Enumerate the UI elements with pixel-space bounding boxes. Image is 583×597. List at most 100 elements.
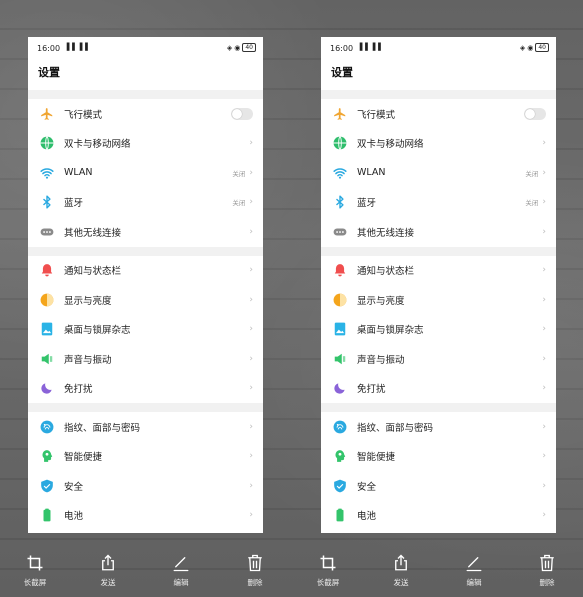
chevron-right-icon: › bbox=[249, 353, 253, 364]
settings-item[interactable]: 电池 › bbox=[321, 501, 556, 531]
group-separator bbox=[321, 403, 556, 412]
chevron-right-icon: › bbox=[249, 167, 253, 178]
settings-item-value: 关闭 bbox=[232, 169, 246, 178]
chevron-right-icon: › bbox=[249, 421, 253, 432]
settings-item-label: 声音与振动 bbox=[64, 354, 112, 366]
settings-item[interactable]: 安全 › bbox=[321, 471, 556, 501]
settings-item[interactable]: 双卡与移动网络 › bbox=[28, 129, 263, 159]
settings-item[interactable]: 智能便捷 › bbox=[321, 442, 556, 472]
toolbar-label: 长截屏 bbox=[23, 578, 47, 587]
toolbar-label: 编辑 bbox=[466, 578, 482, 587]
settings-item-label: 通知与状态栏 bbox=[357, 266, 415, 278]
share-button[interactable]: 发送 bbox=[85, 554, 131, 588]
chevron-right-icon: › bbox=[542, 197, 546, 208]
settings-item[interactable]: 蓝牙 关闭 › bbox=[28, 188, 263, 218]
bluetooth-icon bbox=[40, 195, 54, 209]
chevron-right-icon: › bbox=[542, 167, 546, 178]
toolbar-label: 删除 bbox=[247, 578, 263, 587]
settings-item[interactable]: 双卡与移动网络 › bbox=[321, 129, 556, 159]
settings-item[interactable]: 其他无线连接 › bbox=[28, 217, 263, 247]
settings-item-label: 免打扰 bbox=[64, 384, 93, 396]
phone-screenshot-2: 16:00 ▐▐ ▐▐ ◈ ◉ 40 设置 飞行模式 双卡与移动网络 › WLA… bbox=[321, 37, 556, 533]
toolbar-label: 编辑 bbox=[173, 578, 189, 587]
settings-item[interactable]: 通知与状态栏 › bbox=[28, 256, 263, 286]
settings-item-label: 显示与亮度 bbox=[64, 295, 112, 307]
vibrate-icon: ◈ bbox=[519, 43, 526, 52]
chevron-right-icon: › bbox=[249, 138, 253, 149]
signal-icon: ▐▐ ▐▐ bbox=[357, 43, 381, 51]
settings-item-label: 智能便捷 bbox=[64, 452, 103, 464]
settings-item-label: 通知与状态栏 bbox=[64, 266, 122, 278]
battery-icon bbox=[333, 508, 347, 522]
settings-item-value: 关闭 bbox=[525, 199, 539, 208]
settings-item[interactable]: WLAN 关闭 › bbox=[28, 158, 263, 188]
edit-icon bbox=[158, 554, 204, 574]
settings-item-label: WLAN bbox=[64, 167, 93, 179]
status-bar: 16:00 ▐▐ ▐▐ ◈ ◉ 40 bbox=[321, 37, 556, 59]
screenshot-toolbar: 长截屏 发送 编辑 删除 长截屏 发送 编辑 删除 bbox=[0, 533, 583, 597]
settings-item[interactable]: 智能便捷 › bbox=[28, 442, 263, 472]
bluetooth-icon bbox=[333, 195, 347, 209]
settings-item-label: 指纹、面部与密码 bbox=[357, 422, 434, 434]
settings-item-label: 桌面与锁屏杂志 bbox=[357, 325, 424, 337]
airplane-mode-toggle[interactable] bbox=[231, 107, 253, 120]
settings-item[interactable]: 声音与振动 › bbox=[321, 344, 556, 374]
chevron-right-icon: › bbox=[542, 421, 546, 432]
trash-button[interactable]: 删除 bbox=[524, 554, 570, 588]
status-time: 16:00 bbox=[37, 44, 61, 53]
chevron-right-icon: › bbox=[249, 197, 253, 208]
crop-button[interactable]: 长截屏 bbox=[12, 554, 58, 588]
settings-item[interactable]: 桌面与锁屏杂志 › bbox=[321, 315, 556, 345]
settings-item[interactable]: 安全 › bbox=[28, 471, 263, 501]
chevron-right-icon: › bbox=[249, 324, 253, 335]
settings-item[interactable]: 指纹、面部与密码 › bbox=[321, 412, 556, 442]
settings-item[interactable]: 飞行模式 bbox=[321, 99, 556, 129]
battery-indicator: 40 bbox=[242, 43, 256, 52]
settings-item[interactable]: 飞行模式 bbox=[28, 99, 263, 129]
brightness-icon bbox=[333, 293, 347, 307]
crop-button[interactable]: 长截屏 bbox=[305, 554, 351, 588]
edit-button[interactable]: 编辑 bbox=[158, 554, 204, 588]
settings-item[interactable]: 通知与状态栏 › bbox=[321, 256, 556, 286]
settings-item[interactable]: 显示与亮度 › bbox=[28, 285, 263, 315]
settings-item[interactable]: 蓝牙 关闭 › bbox=[321, 188, 556, 218]
wifi-icon bbox=[333, 166, 347, 180]
settings-item[interactable]: 免打扰 › bbox=[28, 374, 263, 404]
settings-item-label: 其他无线连接 bbox=[64, 227, 122, 239]
settings-item[interactable]: 其他无线连接 › bbox=[321, 217, 556, 247]
chevron-right-icon: › bbox=[542, 226, 546, 237]
settings-item[interactable]: 显示与亮度 › bbox=[321, 285, 556, 315]
chevron-right-icon: › bbox=[542, 480, 546, 491]
more-icon bbox=[40, 225, 54, 239]
settings-item-label: 桌面与锁屏杂志 bbox=[64, 325, 131, 337]
settings-item[interactable]: 声音与振动 › bbox=[28, 344, 263, 374]
edit-icon bbox=[451, 554, 497, 574]
settings-item[interactable]: 指纹、面部与密码 › bbox=[28, 412, 263, 442]
settings-item[interactable]: WLAN 关闭 › bbox=[321, 158, 556, 188]
chevron-right-icon: › bbox=[542, 138, 546, 149]
settings-item-label: 安全 bbox=[357, 481, 377, 493]
speaker-icon bbox=[40, 352, 54, 366]
trash-button[interactable]: 删除 bbox=[232, 554, 278, 588]
shield-icon bbox=[333, 479, 347, 493]
edit-button[interactable]: 编辑 bbox=[451, 554, 497, 588]
battery-icon bbox=[40, 508, 54, 522]
share-button[interactable]: 发送 bbox=[378, 554, 424, 588]
settings-list: 飞行模式 双卡与移动网络 › WLAN 关闭 › 蓝牙 关闭 › 其他无线连接 › … bbox=[28, 90, 263, 533]
chevron-right-icon: › bbox=[542, 324, 546, 335]
airplane-mode-toggle[interactable] bbox=[524, 107, 546, 120]
chevron-right-icon: › bbox=[249, 265, 253, 276]
toolbar-label: 长截屏 bbox=[316, 578, 340, 587]
crop-icon bbox=[305, 554, 351, 574]
settings-item[interactable]: 桌面与锁屏杂志 › bbox=[28, 315, 263, 345]
smart-icon bbox=[333, 449, 347, 463]
page-title: 设置 bbox=[38, 66, 60, 79]
settings-item-label: 电池 bbox=[64, 511, 84, 523]
wallpaper-icon bbox=[40, 322, 54, 336]
settings-item-label: WLAN bbox=[357, 167, 386, 179]
settings-item[interactable]: 免打扰 › bbox=[321, 374, 556, 404]
fingerprint-icon bbox=[40, 420, 54, 434]
status-time: 16:00 bbox=[330, 44, 354, 53]
settings-item[interactable]: 电池 › bbox=[28, 501, 263, 531]
group-separator bbox=[28, 246, 263, 256]
